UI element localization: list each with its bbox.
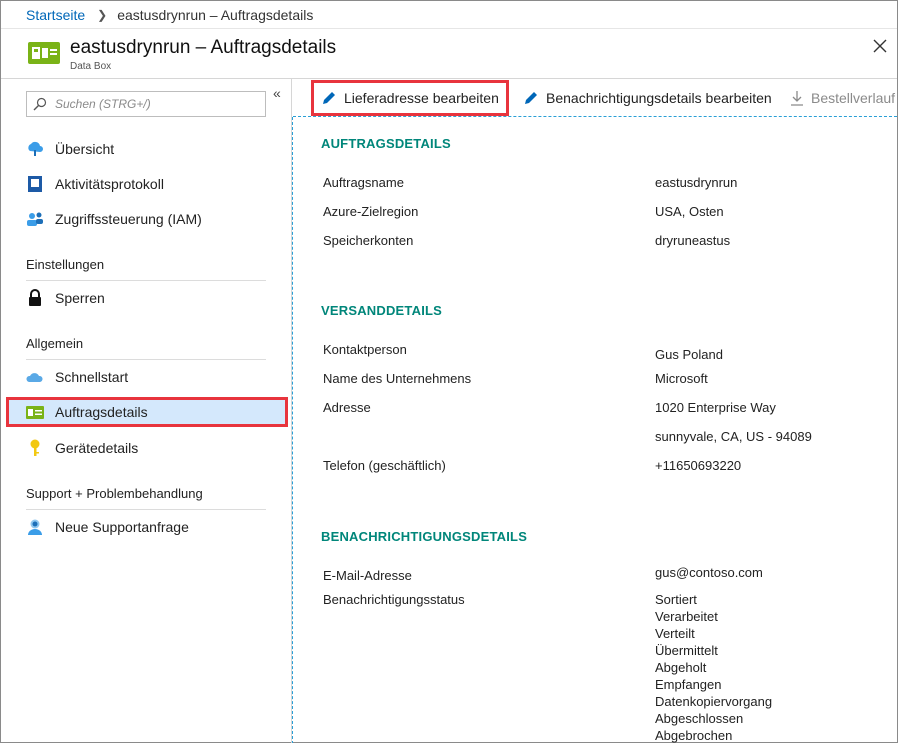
status-item: Datenkopiervorgang [655, 694, 773, 709]
shipping-details-heading: VERSANDDETAILS [321, 303, 443, 318]
detail-value: Microsoft [655, 371, 708, 386]
notification-status-list: Sortiert Verarbeitet Verteilt Übermittel… [655, 591, 772, 743]
edit-shipping-address-label: Lieferadresse bearbeiten [344, 90, 499, 106]
detail-label: Azure-Zielregion [323, 204, 419, 219]
status-item: Sortiert [655, 592, 697, 607]
detail-value: +11650693220 [655, 458, 742, 473]
sidebar-item-label: Zugriffssteuerung (IAM) [55, 211, 202, 227]
sidebar-item-label: Schnellstart [55, 369, 129, 385]
detail-value: gus@contoso.com [655, 565, 763, 580]
detail-label: E-Mail-Adresse [323, 568, 412, 583]
sidebar-item-label: Aktivitätsprotokoll [55, 176, 164, 192]
detail-value: eastusdrynrun [655, 175, 738, 190]
edit-notification-details-button[interactable]: Benachrichtigungsdetails bearbeiten [523, 79, 772, 116]
status-item: Abgeholt [655, 660, 707, 675]
detail-value: Gus Poland [655, 347, 723, 362]
sidebar-item-activity-log[interactable]: Aktivitätsprotokoll [26, 169, 266, 199]
close-icon[interactable] [871, 37, 889, 55]
detail-label: Kontaktperson [323, 342, 407, 357]
sidebar-item-device-details[interactable]: Gerätedetails [26, 433, 266, 463]
status-item: Übermittelt [655, 643, 718, 658]
search-icon [33, 97, 47, 111]
activity-log-icon [26, 175, 44, 193]
detail-label: Adresse [323, 400, 371, 415]
search-box[interactable] [26, 91, 266, 117]
order-details-icon [26, 403, 44, 421]
page-subtitle: Data Box [70, 61, 112, 72]
chevron-right-icon: ❯ [97, 7, 108, 22]
sidebar-item-locks[interactable]: Sperren [26, 283, 266, 313]
sidebar-item-overview[interactable]: Übersicht [26, 134, 266, 164]
detail-label: Telefon (geschäftlich) [323, 458, 446, 473]
breadcrumb-current: eastusdrynrun – Auftragsdetails [117, 6, 314, 23]
order-history-button[interactable]: Bestellverlauf h [790, 79, 898, 116]
sidebar-item-quickstart[interactable]: Schnellstart [26, 362, 266, 392]
detail-value: dryruneastus [655, 233, 731, 248]
pencil-icon [525, 91, 537, 104]
edit-shipping-address-button[interactable]: Lieferadresse bearbeiten [311, 80, 509, 116]
quickstart-cloud-icon [26, 368, 44, 386]
lock-icon [26, 289, 44, 307]
sidebar-item-label: Sperren [55, 290, 105, 306]
sidebar-item-order-details[interactable]: Auftragsdetails [6, 397, 288, 427]
users-icon [26, 210, 44, 228]
detail-value: sunnyvale, CA, US - 94089 [655, 429, 812, 444]
support-person-icon [26, 518, 44, 536]
order-history-label: Bestellverlauf h [811, 89, 898, 106]
section-support: Support + Problembehandlung [26, 486, 266, 510]
details-content: AUFTRAGSDETAILS Auftragsname eastusdrynr… [292, 117, 897, 743]
status-item: Abgebrochen [655, 728, 733, 743]
search-input[interactable] [55, 97, 245, 111]
command-toolbar: Lieferadresse bearbeiten Benachrichtigun… [293, 79, 898, 117]
pencil-icon [323, 92, 335, 104]
detail-label: Speicherkonten [323, 233, 414, 248]
sidebar-item-iam[interactable]: Zugriffssteuerung (IAM) [26, 204, 266, 234]
edit-notification-details-label: Benachrichtigungsdetails bearbeiten [546, 89, 772, 106]
breadcrumb-home-link[interactable]: Startseite [26, 7, 85, 23]
status-item: Empfangen [655, 677, 722, 692]
detail-value: USA, Osten [655, 204, 724, 219]
sidebar-item-label: Auftragsdetails [55, 404, 148, 420]
detail-label: Auftragsname [323, 175, 404, 190]
notification-details-heading: BENACHRICHTIGUNGSDETAILS [321, 529, 528, 544]
collapse-sidebar-icon[interactable]: « [273, 85, 281, 101]
status-item: Verteilt [655, 626, 695, 641]
sidebar-item-label: Neue Supportanfrage [55, 519, 189, 535]
download-icon [791, 90, 803, 106]
status-item: Verarbeitet [655, 609, 718, 624]
detail-label: Name des Unternehmens [323, 371, 472, 386]
sidebar-item-label: Übersicht [55, 141, 115, 157]
sidebar-item-new-support-request[interactable]: Neue Supportanfrage [26, 512, 266, 542]
page-title: eastusdrynrun – Auftragsdetails [70, 37, 337, 58]
section-general: Allgemein [26, 336, 266, 360]
data-box-icon [28, 42, 60, 64]
section-settings: Einstellungen [26, 257, 266, 281]
page-header: eastusdrynrun – Auftragsdetails Data Box [1, 29, 897, 79]
breadcrumb: Startseite ❯ eastusdrynrun – Auftragsdet… [1, 1, 897, 29]
detail-value: 1020 Enterprise Way [655, 400, 776, 415]
cloud-overview-icon [26, 140, 44, 158]
key-icon [26, 439, 44, 457]
sidebar-item-label: Gerätedetails [55, 440, 139, 456]
order-details-heading: AUFTRAGSDETAILS [321, 136, 451, 151]
sidebar: « Übersicht Aktivitätsprotokoll [1, 79, 292, 743]
status-item: Abgeschlossen [655, 711, 744, 726]
detail-label: Benachrichtigungsstatus [323, 592, 465, 607]
